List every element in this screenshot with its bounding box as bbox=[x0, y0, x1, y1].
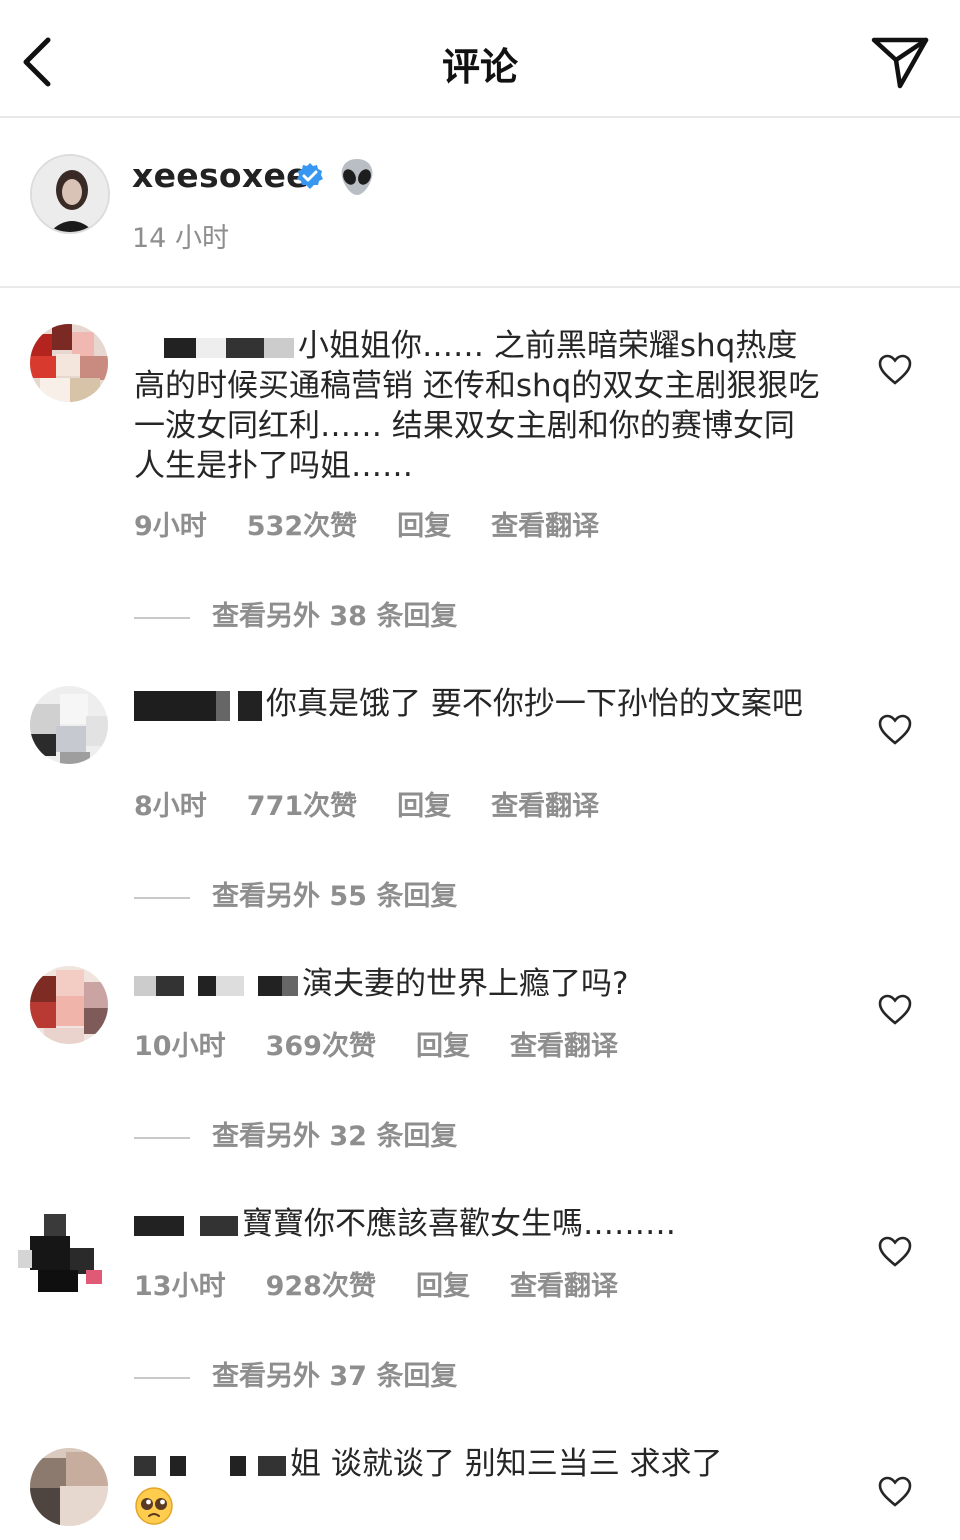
blurred-username bbox=[134, 1215, 238, 1236]
view-more-replies[interactable]: 查看另外 32 条回复 bbox=[134, 1114, 457, 1153]
comment-time: 10小时 bbox=[134, 1031, 226, 1062]
like-count[interactable]: 928次赞 bbox=[266, 1271, 376, 1302]
comment-meta: 9小时 532次赞 回复 查看翻译 bbox=[134, 504, 639, 543]
view-more-replies[interactable]: 查看另外 38 条回复 bbox=[134, 594, 457, 633]
translate-button[interactable]: 查看翻译 bbox=[510, 1271, 618, 1302]
view-more-replies[interactable]: 查看另外 37 条回复 bbox=[134, 1354, 457, 1393]
comment-meta: 10小时 369次赞 回复 查看翻译 bbox=[134, 1024, 658, 1063]
comment-text: 你真是饿了 要不你抄一下孙怡的文案吧 bbox=[266, 686, 803, 722]
heart-icon bbox=[878, 1236, 912, 1267]
comment-meta: 8小时 771次赞 回复 查看翻译 bbox=[134, 784, 639, 823]
like-count[interactable]: 532次赞 bbox=[247, 511, 357, 542]
like-button[interactable] bbox=[878, 1476, 912, 1508]
avatar[interactable] bbox=[30, 1448, 108, 1526]
top-bar: 评论 bbox=[0, 0, 960, 118]
divider bbox=[134, 1136, 190, 1139]
like-button[interactable] bbox=[878, 994, 912, 1026]
avatar[interactable] bbox=[16, 1208, 108, 1300]
translate-button[interactable]: 查看翻译 bbox=[491, 791, 599, 822]
heart-icon bbox=[878, 714, 912, 745]
blurred-username bbox=[134, 690, 262, 721]
post-username[interactable]: xeesoxee bbox=[132, 156, 309, 195]
divider bbox=[134, 896, 190, 899]
post-caption: xeesoxee 14 小时 bbox=[0, 118, 960, 288]
heart-icon bbox=[878, 994, 912, 1025]
comment-text-block: 姐 谈就谈了 别知三当三 求求了 bbox=[134, 1444, 824, 1526]
comment-text-block: 小姐姐你…… 之前黑暗荣耀shq热度高的时候买通稿营销 还传和shq的双女主剧狠… bbox=[134, 326, 824, 486]
view-replies-label: 查看另外 32 条回复 bbox=[212, 1121, 458, 1152]
reply-button[interactable]: 回复 bbox=[397, 791, 451, 822]
comment-text: 姐 谈就谈了 别知三当三 求求了 bbox=[290, 1446, 723, 1482]
comment-time: 13小时 bbox=[134, 1271, 226, 1302]
comment-text-block: 你真是饿了 要不你抄一下孙怡的文案吧 bbox=[134, 684, 824, 724]
avatar[interactable] bbox=[30, 966, 108, 1044]
avatar[interactable] bbox=[30, 154, 110, 234]
translate-button[interactable]: 查看翻译 bbox=[510, 1031, 618, 1062]
reply-button[interactable]: 回复 bbox=[416, 1031, 470, 1062]
divider bbox=[134, 616, 190, 619]
comment-text: 演夫妻的世界上瘾了吗? bbox=[302, 966, 629, 1002]
alien-emoji bbox=[336, 156, 378, 198]
verified-badge-icon bbox=[296, 162, 324, 190]
like-count[interactable]: 771次赞 bbox=[247, 791, 357, 822]
avatar[interactable] bbox=[30, 686, 108, 764]
reply-button[interactable]: 回复 bbox=[416, 1271, 470, 1302]
comment-meta: 13小时 928次赞 回复 查看翻译 bbox=[134, 1264, 658, 1303]
divider bbox=[134, 1376, 190, 1379]
post-timestamp: 14 小时 bbox=[132, 223, 229, 254]
view-replies-label: 查看另外 38 条回复 bbox=[212, 601, 458, 632]
blurred-username bbox=[134, 975, 298, 996]
comment-text-block: 演夫妻的世界上瘾了吗? bbox=[134, 964, 824, 1004]
page-title: 评论 bbox=[441, 45, 518, 89]
view-replies-label: 查看另外 37 条回复 bbox=[212, 1361, 458, 1392]
heart-icon bbox=[878, 1476, 912, 1507]
comment-text: 寶寶你不應該喜歡女生嗎……… bbox=[242, 1206, 676, 1242]
pleading-face-emoji bbox=[134, 1486, 174, 1526]
blurred-username bbox=[134, 1455, 286, 1476]
translate-button[interactable]: 查看翻译 bbox=[491, 511, 599, 542]
like-button[interactable] bbox=[878, 354, 912, 386]
send-icon bbox=[871, 37, 929, 89]
heart-icon bbox=[878, 354, 912, 385]
comment-time: 9小时 bbox=[134, 511, 207, 542]
share-button[interactable] bbox=[868, 34, 932, 90]
like-button[interactable] bbox=[878, 714, 912, 746]
like-button[interactable] bbox=[878, 1236, 912, 1268]
avatar[interactable] bbox=[30, 324, 108, 402]
reply-button[interactable]: 回复 bbox=[397, 511, 451, 542]
blurred-username bbox=[134, 337, 294, 358]
comment-text-block: 寶寶你不應該喜歡女生嗎……… bbox=[134, 1204, 824, 1244]
view-more-replies[interactable]: 查看另外 55 条回复 bbox=[134, 874, 457, 913]
view-replies-label: 查看另外 55 条回复 bbox=[212, 881, 458, 912]
comment-time: 8小时 bbox=[134, 791, 207, 822]
like-count[interactable]: 369次赞 bbox=[266, 1031, 376, 1062]
